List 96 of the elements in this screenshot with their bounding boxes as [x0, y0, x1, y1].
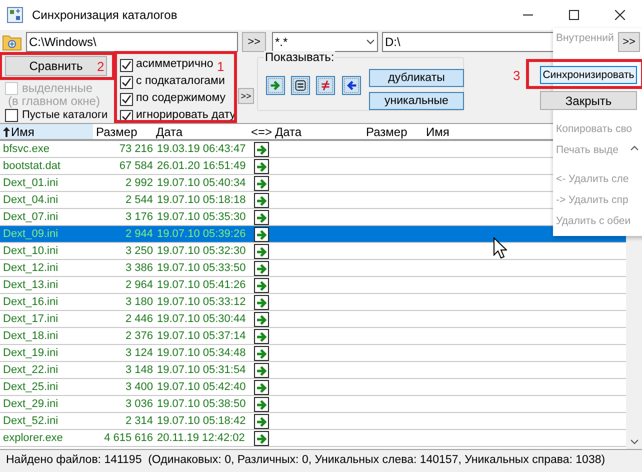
mask-dropdown[interactable]: *.*	[272, 32, 378, 52]
table-cell-text: 3 176	[124, 210, 153, 225]
table-cell-text: 4 615 616	[103, 431, 153, 446]
table-cell-text: Dext_17.ini	[2, 312, 60, 327]
filter-button[interactable]: уникальные	[369, 92, 464, 110]
table-cell-text: 2 376	[124, 329, 153, 344]
browse-button[interactable]: >>	[242, 32, 266, 52]
table-cell-text: 19.07.10 05:37:14	[156, 329, 247, 344]
table-cell-text: 19.07.10 05:41:26	[156, 278, 247, 293]
filter-button[interactable]: дубликаты	[369, 69, 464, 87]
column-header[interactable]: Имя	[0, 124, 93, 139]
table-cell-text: Dext_19.ini	[2, 346, 60, 361]
table-cell-text: Dext_07.ini	[2, 210, 60, 225]
table-cell-text: Dext_29.ini	[2, 397, 60, 412]
path-field[interactable]: C:\Windows\	[26, 32, 238, 52]
table-cell-text: 3 148	[124, 363, 153, 378]
annotation-number: 3	[513, 67, 520, 85]
table-cell-text: bfsvc.exe	[2, 142, 50, 157]
synchronize-button[interactable]: Синхронизировать	[540, 66, 637, 84]
group-label: Показывать:	[264, 51, 336, 64]
table-cell-text: Dext_25.ini	[2, 380, 60, 395]
table-cell-text: 19.07.10 05:34:48	[156, 346, 247, 361]
table-cell-text: Dext_04.ini	[2, 193, 60, 208]
table-cell-text: 2 944	[124, 227, 153, 242]
scroll-up-icon[interactable]	[630, 145, 638, 151]
table-cell-text: bootstat.dat	[2, 159, 62, 174]
table-cell-text: 73 216	[118, 142, 153, 157]
status-text: Найдено файлов: 141195 (Одинаковых: 0, Различных: 0, Уникальных слева: 140157, Уникальных справа: 1038)	[5, 452, 606, 468]
checkbox[interactable]	[120, 76, 133, 88]
close-button[interactable]: Закрыть	[540, 91, 637, 110]
checkbox[interactable]	[120, 92, 133, 106]
window-title: Синхронизация каталогов	[32, 7, 178, 24]
menu-item[interactable]: -> Удалить спр	[556, 190, 628, 211]
checkbox-label: выделенные	[22, 82, 93, 95]
equals-icon[interactable]	[291, 76, 310, 95]
arrow-right-icon[interactable]	[266, 76, 285, 95]
table-cell-text: 2 446	[124, 312, 153, 327]
menu-item[interactable]: Удалить с обеи	[556, 211, 631, 232]
table-cell-text: 2 964	[124, 278, 153, 293]
table-cell-text: Dext_12.ini	[2, 261, 60, 276]
expand-button[interactable]: >>	[238, 88, 254, 104]
table-cell-text: 19.07.10 05:31:54	[156, 363, 247, 378]
table-cell-text: 19.07.10 05:35:30	[156, 210, 247, 225]
table-cell-text: Dext_13.ini	[2, 278, 60, 293]
table-cell-text: 26.01.20 16:51:49	[156, 159, 247, 174]
table-cell-text: 3 180	[124, 295, 153, 310]
table-cell-text: 3 036	[124, 397, 153, 412]
table-cell-text: 2 544	[124, 193, 153, 208]
checkbox[interactable]	[5, 109, 18, 122]
arrow-left-icon[interactable]	[342, 76, 361, 95]
close-icon[interactable]	[615, 10, 625, 20]
table-cell-text: 19.07.10 05:33:50	[156, 261, 247, 276]
table-cell-text: 19.07.10 05:39:26	[156, 227, 247, 242]
table-cell-text: 19.07.10 05:18:42	[156, 414, 247, 429]
table-cell-text: 2 314	[124, 414, 153, 429]
table-cell-text: 19.07.10 05:33:12	[156, 295, 247, 310]
annotation-number: 2	[97, 58, 104, 76]
app-icon	[7, 7, 23, 23]
table-cell-text: 19.07.10 05:32:30	[156, 244, 247, 259]
table-cell-text: 19.03.19 06:43:47	[156, 142, 247, 157]
table-cell-text: 19.07.10 05:18:18	[156, 193, 247, 208]
table-cell-text: 3 400	[124, 380, 153, 395]
table-cell-text: Dext_10.ini	[2, 244, 60, 259]
checkbox-note: (в главном окне)	[8, 95, 101, 108]
table-cell-text: Dext_16.ini	[2, 295, 60, 310]
chevron-down-icon	[366, 39, 375, 45]
table-cell-text: 2 992	[124, 176, 153, 191]
table-cell-text: Dext_22.ini	[2, 363, 60, 378]
table-cell-text: 3 124	[124, 346, 153, 361]
sort-up-icon	[3, 126, 10, 136]
table-cell-text: explorer.exe	[2, 431, 64, 446]
table-cell-text: 19.07.10 05:40:34	[156, 176, 247, 191]
table-cell-text: 20.11.19 12:42:02	[156, 431, 246, 446]
annotation-number: 1	[217, 58, 224, 76]
table-cell-text: Dext_18.ini	[2, 329, 60, 344]
table-cell-text: 19.07.10 05:42:40	[156, 380, 247, 395]
not-equal-icon[interactable]	[316, 76, 335, 95]
scroll-down-icon[interactable]	[630, 439, 638, 445]
table-cell-text: Dext_09.ini	[2, 227, 60, 242]
checkbox-label: по содержимому	[136, 91, 226, 106]
menu-item[interactable]: <- Удалить сле	[556, 169, 629, 190]
table-cell-text: Dext_01.ini	[2, 176, 60, 191]
checkbox-label: Пустые каталоги	[22, 109, 108, 122]
table-cell-text: Dext_52.ini	[2, 414, 60, 429]
browse-button[interactable]: >>	[618, 32, 640, 52]
table-cell-text: 67 584	[118, 159, 153, 174]
table-cell-text: 3 386	[124, 261, 153, 276]
maximize-icon[interactable]	[569, 10, 579, 20]
table-cell-text: 3 250	[124, 244, 153, 259]
checkbox[interactable]	[120, 58, 133, 72]
menu-item[interactable]: Печать выде	[556, 140, 618, 161]
table-cell-text: 19.07.10 05:30:44	[156, 312, 247, 327]
checkbox-label: асимметрично	[136, 57, 214, 72]
checkbox-label: с подкаталогами	[136, 74, 225, 90]
folder-icon[interactable]	[2, 33, 22, 51]
table-cell-text: 19.07.10 05:38:50	[156, 397, 247, 412]
